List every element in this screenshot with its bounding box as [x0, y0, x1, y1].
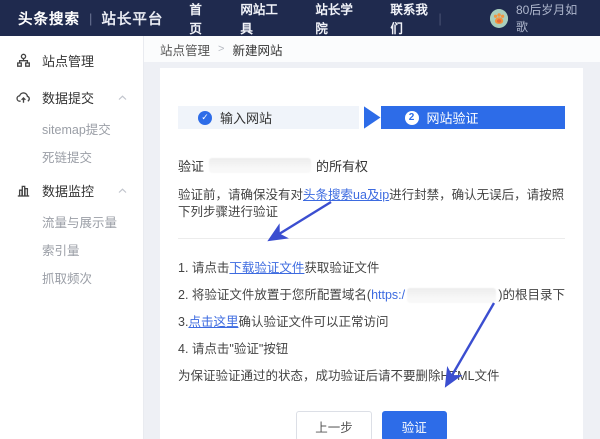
avatar[interactable] — [489, 8, 508, 28]
click-here-link[interactable]: 点击这里 — [188, 314, 238, 331]
step-wizard: ✓ 输入网站 2 网站验证 — [178, 106, 565, 129]
breadcrumb: 站点管理 > 新建网站 — [144, 36, 600, 62]
nav-divider: | — [438, 10, 442, 26]
chevron-up-icon[interactable] — [118, 94, 127, 101]
sidebar-item-label: 站点管理 — [42, 54, 95, 69]
nav-item-site-tools[interactable]: 网站工具 — [240, 0, 288, 37]
nav-item-contact[interactable]: 联系我们 — [390, 0, 438, 37]
keep-file-note: 为保证验证通过的状态，成功验证后请不要删除HTML文件 — [178, 369, 500, 383]
step-separator-gap — [358, 106, 364, 129]
sidebar-item-data-monitor[interactable]: 数据监控 — [0, 174, 143, 207]
logo-secondary: 站长平台 — [101, 11, 164, 28]
step2-prefix: 2. 将验证文件放置于您所配置域名( — [178, 288, 372, 302]
ownership-line: 验证 的所有权 — [178, 156, 565, 175]
check-circle-icon: ✓ — [198, 110, 212, 125]
nav-user-area: | 80后岁月如歌 — [438, 1, 586, 35]
redacted-url — [407, 288, 497, 303]
sidebar: 站点管理 数据提交 sitemap提交 死链提交 数据监控 流量与展示量 索引量… — [0, 36, 144, 439]
step-number-badge: 2 — [404, 110, 419, 125]
breadcrumb-site-management[interactable]: 站点管理 — [160, 40, 210, 59]
bar-chart-icon — [16, 183, 31, 198]
sidebar-item-label: 数据提交 — [42, 91, 95, 106]
chevron-up-icon[interactable] — [118, 187, 127, 194]
paw-icon — [489, 8, 508, 28]
user-name[interactable]: 80后岁月如歌 — [516, 1, 586, 35]
step3-prefix: 3. — [178, 315, 189, 329]
intro-line: 验证前，请确保没有对头条搜索ua及ip进行封禁，确认无误后，请按照下列步骤进行验… — [178, 187, 565, 221]
instruction-step-4: 4. 请点击"验证"按钮 — [178, 342, 289, 356]
top-navbar: 头条搜索 | 站长平台 首页 网站工具 站长学院 联系我们 | 80后岁月如歌 — [0, 0, 600, 36]
sidebar-item-label: 数据监控 — [42, 184, 95, 199]
divider — [178, 238, 565, 239]
step2-suffix: )的根目录下 — [498, 288, 565, 302]
logo-separator: | — [89, 10, 93, 26]
logo[interactable]: 头条搜索 | 站长平台 — [18, 8, 163, 29]
nav-menu: 首页 网站工具 站长学院 联系我们 — [189, 0, 438, 37]
intro-before: 验证前，请确保没有对 — [178, 188, 304, 202]
sidebar-item-index-volume[interactable]: 索引量 — [0, 235, 143, 263]
https-link: https:/ — [371, 288, 406, 302]
instruction-step-3: 3. 点击这里 确认验证文件可以正常访问 — [178, 314, 565, 331]
breadcrumb-new-site: 新建网站 — [232, 43, 283, 58]
button-row: 上一步 验证 — [178, 411, 565, 439]
logo-primary: 头条搜索 — [18, 11, 80, 28]
step-arrow-icon — [363, 106, 381, 129]
sidebar-item-site-management[interactable]: 站点管理 — [0, 44, 143, 77]
step1-prefix: 1. 请点击 — [178, 261, 230, 275]
cloud-upload-icon — [16, 90, 31, 105]
sidebar-item-sitemap-submit[interactable]: sitemap提交 — [0, 114, 143, 142]
sidebar-item-data-submit[interactable]: 数据提交 — [0, 81, 143, 114]
step1-suffix: 获取验证文件 — [304, 261, 380, 275]
instruction-step-2: 2. 将验证文件放置于您所配置域名(https:/ )的根目录下 — [178, 287, 565, 304]
sitemap-icon — [16, 53, 31, 68]
step3-suffix: 确认验证文件可以正常访问 — [238, 315, 389, 329]
step-site-verification: 2 网站验证 — [380, 106, 565, 129]
step-enter-website-label: 输入网站 — [220, 111, 273, 126]
step-enter-website: ✓ 输入网站 — [178, 106, 359, 129]
breadcrumb-separator: > — [218, 43, 225, 55]
download-verification-file-link[interactable]: 下载验证文件 — [229, 260, 304, 277]
sidebar-item-deadlink-submit[interactable]: 死链提交 — [0, 142, 143, 170]
previous-step-button[interactable]: 上一步 — [296, 411, 372, 439]
instruction-step-1: 1. 请点击 下载验证文件 获取验证文件 — [178, 260, 565, 277]
ua-ip-link[interactable]: 头条搜索ua及ip — [303, 188, 389, 202]
verify-button[interactable]: 验证 — [381, 411, 447, 439]
nav-item-home[interactable]: 首页 — [189, 0, 213, 37]
sidebar-item-traffic-impressions[interactable]: 流量与展示量 — [0, 207, 143, 235]
ownership-prefix: 验证 — [178, 159, 205, 174]
sidebar-item-crawl-frequency[interactable]: 抓取频次 — [0, 263, 143, 291]
redacted-domain — [209, 158, 312, 173]
nav-item-academy[interactable]: 站长学院 — [315, 0, 363, 37]
step-site-verification-label: 网站验证 — [426, 111, 479, 126]
ownership-suffix: 的所有权 — [316, 159, 369, 174]
verification-card: ✓ 输入网站 2 网站验证 验证 的所有权 验证前，请确保没有对头条搜索ua及i… — [160, 68, 583, 439]
